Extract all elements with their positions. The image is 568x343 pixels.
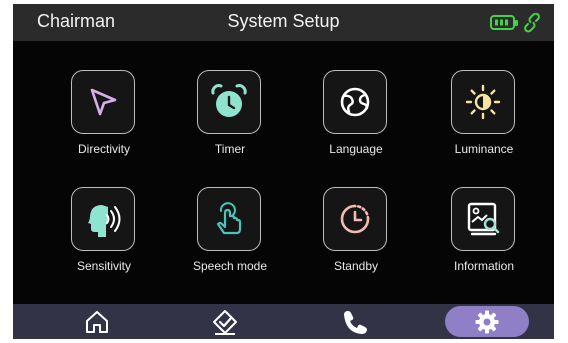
directivity-setting[interactable]: Directivity [49, 70, 159, 170]
check-diamond-icon [213, 310, 237, 335]
touch-hand-icon [216, 202, 242, 235]
timer-label: Timer [214, 142, 246, 156]
phone-icon [344, 311, 367, 334]
home-icon [86, 311, 108, 333]
battery-icon [490, 15, 518, 30]
information-setting[interactable]: Information [429, 187, 539, 287]
page-title: System Setup [227, 11, 340, 31]
standby-label: Standby [333, 259, 379, 273]
language-label: Language [329, 142, 383, 156]
directivity-label: Directivity [77, 142, 130, 156]
information-label: Information [453, 259, 515, 273]
timer-setting[interactable]: Timer [175, 70, 285, 170]
image-search-icon [467, 202, 500, 236]
sun-icon [465, 84, 501, 120]
timer-button[interactable] [197, 70, 261, 134]
link-icon [524, 12, 540, 33]
language-button[interactable] [323, 70, 387, 134]
speech-mode-button[interactable] [197, 187, 261, 251]
nav-settings-button[interactable] [445, 306, 529, 337]
alarm-clock-icon [211, 84, 247, 117]
sensitivity-setting[interactable]: Sensitivity [49, 187, 159, 287]
status-icons [490, 12, 542, 33]
cursor-arrow-icon [90, 88, 117, 116]
standby-setting[interactable]: Standby [301, 187, 411, 287]
information-button[interactable] [451, 187, 515, 251]
speech-mode-setting[interactable]: Speech mode [175, 187, 285, 287]
sensitivity-label: Sensitivity [76, 259, 132, 273]
nav-call-button[interactable] [313, 306, 397, 337]
standby-button[interactable] [323, 187, 387, 251]
nav-home-button[interactable] [55, 306, 139, 337]
header-bar: Chairman System Setup [13, 4, 554, 41]
voice-head-icon [88, 205, 121, 237]
gear-icon [475, 310, 499, 334]
clock-icon [340, 204, 370, 234]
system-setup-screen: Chairman System Setup Directivity Timer … [13, 4, 554, 339]
globe-icon [340, 87, 370, 117]
directivity-button[interactable] [71, 70, 135, 134]
sensitivity-button[interactable] [71, 187, 135, 251]
luminance-label: Luminance [454, 142, 514, 156]
luminance-setting[interactable]: Luminance [429, 70, 539, 170]
luminance-button[interactable] [451, 70, 515, 134]
bottom-navigation [13, 304, 554, 339]
language-setting[interactable]: Language [301, 70, 411, 170]
speech-mode-label: Speech mode [192, 259, 268, 273]
nav-vote-button[interactable] [183, 306, 267, 337]
